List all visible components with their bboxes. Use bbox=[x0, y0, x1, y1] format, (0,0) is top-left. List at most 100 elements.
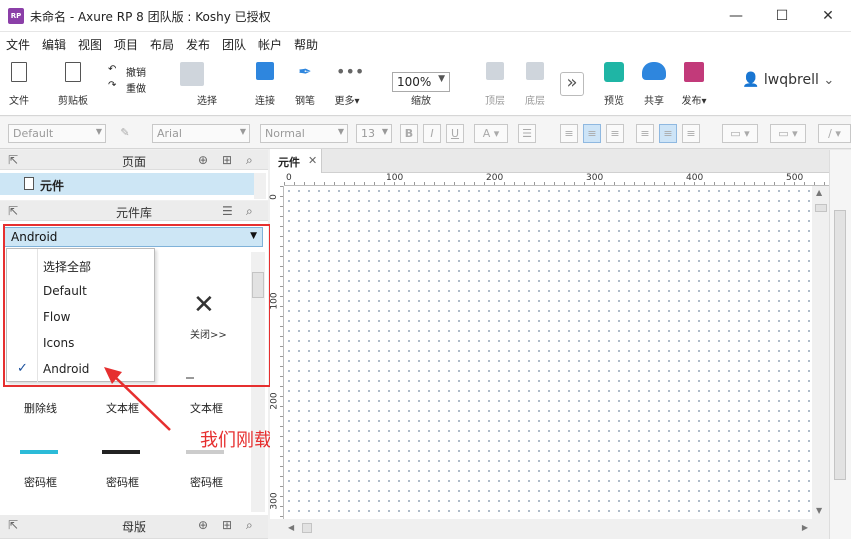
canvas-horizontal-scrollbar[interactable]: ◀ ▶ bbox=[284, 521, 812, 535]
chevron-down-icon: ▼ bbox=[438, 74, 445, 84]
canvas-tab-bar: 元件 ✕ ▾ bbox=[270, 149, 851, 173]
close-tab-icon[interactable]: ✕ bbox=[308, 154, 317, 167]
scroll-thumb[interactable] bbox=[834, 210, 846, 480]
menu-icon[interactable]: ☰ bbox=[222, 204, 233, 218]
bold-button[interactable]: B bbox=[400, 124, 418, 143]
shadow-button[interactable]: ▭ ▾ bbox=[770, 124, 806, 143]
align-center-icon[interactable]: ≡ bbox=[583, 124, 601, 143]
scroll-down-icon[interactable]: ▼ bbox=[816, 506, 822, 515]
add-folder-icon[interactable]: ⊞ bbox=[222, 153, 232, 167]
menu-layout[interactable]: 布局 bbox=[150, 36, 174, 53]
align-right-icon[interactable]: ≡ bbox=[606, 124, 624, 143]
search-icon[interactable]: ⌕ bbox=[246, 518, 253, 533]
expand-toolbar-button[interactable]: » bbox=[560, 72, 584, 96]
menu-view[interactable]: 视图 bbox=[78, 36, 102, 53]
canvas-vertical-scrollbar[interactable]: ▲ ▼ bbox=[813, 186, 829, 519]
chevron-down-icon: ▼ bbox=[381, 127, 388, 136]
scroll-thumb[interactable] bbox=[302, 523, 312, 533]
search-icon[interactable]: ⌕ bbox=[246, 204, 253, 219]
menu-project[interactable]: 项目 bbox=[114, 36, 138, 53]
format-bar: Default ▼ ✎ Arial ▼ Normal ▼ 13 ▼ B I U A ▾ … bbox=[0, 117, 851, 149]
more-dots-icon: ••• bbox=[336, 62, 365, 81]
menu-team[interactable]: 团队 bbox=[222, 36, 246, 53]
font-weight-select[interactable]: Normal ▼ bbox=[260, 124, 348, 143]
user-icon: 👤 bbox=[742, 72, 760, 88]
connector-icon bbox=[256, 62, 274, 80]
line-color-button[interactable]: ∕ ▾ bbox=[818, 124, 851, 143]
publish-download-icon bbox=[684, 62, 704, 82]
italic-button[interactable]: I bbox=[423, 124, 441, 143]
add-page-icon[interactable]: ⊕ bbox=[198, 153, 208, 167]
add-folder-icon[interactable]: ⊞ bbox=[222, 518, 232, 532]
user-dropdown-icon: ⌄ bbox=[823, 73, 835, 88]
cloud-upload-icon bbox=[642, 62, 666, 80]
zoom-select[interactable]: 100% ▼ bbox=[392, 72, 450, 92]
widget-label[interactable]: 密码框 bbox=[106, 474, 139, 490]
widget-label[interactable]: 密码框 bbox=[24, 474, 57, 490]
close-button[interactable]: ✕ bbox=[805, 0, 851, 32]
more-tool[interactable]: ••• 更多▾ bbox=[330, 54, 364, 114]
undo-button[interactable]: ↶ 撤销 bbox=[108, 64, 152, 79]
pages-scrollbar[interactable] bbox=[254, 173, 266, 199]
play-preview-icon bbox=[604, 62, 624, 82]
font-color-button[interactable]: A ▾ bbox=[474, 124, 508, 143]
underline-button[interactable]: U bbox=[446, 124, 464, 143]
format-painter-icon[interactable]: ✎ bbox=[116, 124, 134, 143]
ruler-corner bbox=[270, 173, 284, 186]
widget-label[interactable]: 文本框 bbox=[106, 400, 139, 416]
pen-tool[interactable]: ✒ 钢笔 bbox=[290, 54, 320, 114]
scroll-thumb[interactable] bbox=[815, 204, 827, 212]
search-icon[interactable]: ⌕ bbox=[246, 153, 253, 168]
bring-to-top-tool[interactable]: 顶层 bbox=[478, 54, 512, 114]
widget-preview bbox=[20, 450, 58, 454]
chevron-down-icon: ▼ bbox=[239, 127, 246, 136]
menu-bar: 文件 编辑 视图 项目 布局 发布 团队 帐户 帮助 bbox=[0, 32, 851, 54]
connect-tool[interactable]: 连接 bbox=[250, 54, 280, 114]
fill-color-button[interactable]: ▭ ▾ bbox=[722, 124, 758, 143]
tab-page[interactable]: 元件 ✕ bbox=[270, 149, 322, 173]
window-title: 未命名 - Axure RP 8 团队版 : Koshy 已授权 bbox=[30, 10, 271, 24]
scroll-left-icon[interactable]: ◀ bbox=[288, 523, 294, 532]
publish-tool[interactable]: 发布▾ bbox=[676, 54, 712, 114]
widget-label[interactable]: 密码框 bbox=[190, 474, 223, 490]
page-item[interactable]: 元件 bbox=[0, 173, 262, 195]
scroll-up-icon[interactable]: ▲ bbox=[816, 188, 822, 197]
bullet-list-icon[interactable]: ☰ bbox=[518, 124, 536, 143]
clipboard-tool[interactable]: 剪贴板 bbox=[50, 54, 96, 114]
menu-publish[interactable]: 发布 bbox=[186, 36, 210, 53]
scroll-right-icon[interactable]: ▶ bbox=[802, 523, 808, 532]
align-middle-icon[interactable]: ≡ bbox=[659, 124, 677, 143]
undo-icon: ↶ bbox=[108, 64, 117, 75]
minimize-button[interactable]: — bbox=[713, 0, 759, 32]
highlight-box bbox=[3, 224, 271, 387]
design-canvas[interactable] bbox=[284, 186, 812, 519]
font-select[interactable]: Arial ▼ bbox=[152, 124, 250, 143]
masters-panel-header: ⇱ 母版 ⊕ ⊞ ⌕ bbox=[0, 515, 268, 539]
widget-label[interactable]: 文本框 bbox=[190, 400, 223, 416]
redo-button[interactable]: ↷ 重做 bbox=[108, 80, 152, 95]
horizontal-ruler: 0 100 200 300 400 500 bbox=[284, 173, 829, 186]
right-panel-scrollbar[interactable] bbox=[829, 150, 851, 539]
menu-account[interactable]: 帐户 bbox=[258, 36, 282, 53]
preview-tool[interactable]: 预览 bbox=[598, 54, 630, 114]
align-top-icon[interactable]: ≡ bbox=[636, 124, 654, 143]
menu-file[interactable]: 文件 bbox=[6, 36, 30, 53]
align-bottom-icon[interactable]: ≡ bbox=[682, 124, 700, 143]
widget-label[interactable]: 删除线 bbox=[24, 400, 57, 416]
widget-preview bbox=[102, 450, 140, 454]
menu-edit[interactable]: 编辑 bbox=[42, 36, 66, 53]
font-size-select[interactable]: 13 ▼ bbox=[356, 124, 392, 143]
add-master-icon[interactable]: ⊕ bbox=[198, 518, 208, 532]
send-to-bottom-tool[interactable]: 底层 bbox=[518, 54, 552, 114]
menu-help[interactable]: 帮助 bbox=[294, 36, 318, 53]
share-tool[interactable]: 共享 bbox=[638, 54, 670, 114]
select-tool[interactable]: 选择 bbox=[176, 54, 238, 114]
user-account[interactable]: 👤 lwqbrell ⌄ bbox=[742, 72, 834, 88]
file-tool[interactable]: 文件 bbox=[4, 54, 34, 114]
pages-panel-header: ⇱ 页面 ⊕ ⊞ ⌕ bbox=[0, 150, 268, 170]
align-left-icon[interactable]: ≡ bbox=[560, 124, 578, 143]
pen-icon: ✒ bbox=[298, 62, 312, 81]
style-select[interactable]: Default ▼ bbox=[8, 124, 106, 143]
maximize-button[interactable]: ☐ bbox=[759, 0, 805, 32]
redo-icon: ↷ bbox=[108, 80, 117, 91]
